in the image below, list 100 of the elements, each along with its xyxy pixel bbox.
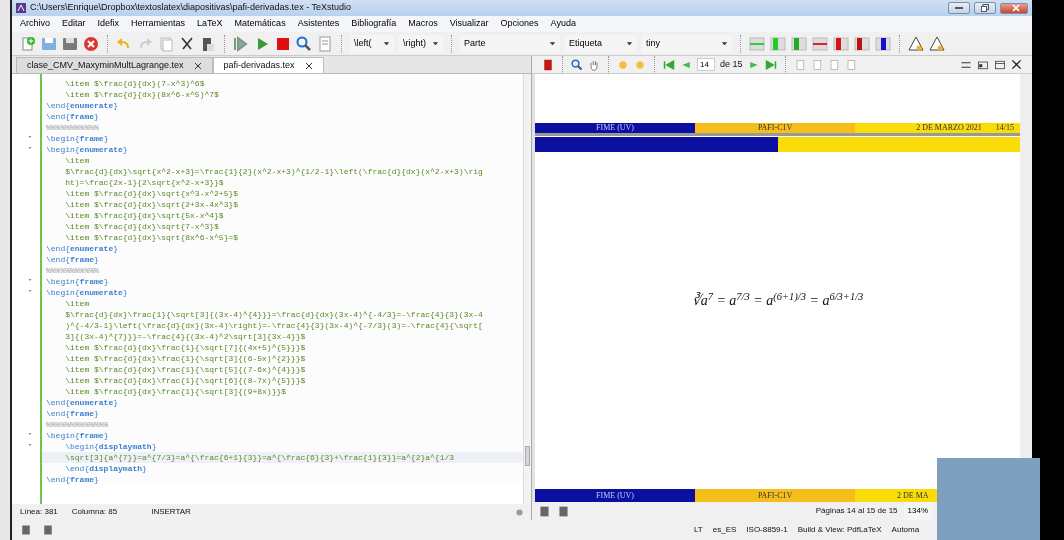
dropdown[interactable]: \right) [399,34,443,53]
code-text: %%%%%%%%%%% [45,122,99,133]
menu-item[interactable]: Archivo [20,17,50,31]
code-text: \end{frame} [45,408,99,419]
code-text: \end{enumerate} [45,100,119,111]
code-text: )^{-4/3-1}\left(\frac{d}{dx}(3x-4)\right)=-\frac{4}{3}(3x-4)^{-7/3}(3)=-\frac{4}{\sqrt[ [64,320,483,331]
status-item: Build & View: PdfLaTeX [797,524,882,536]
code-text: \item $\frac{d}{dx}\frac{1}{\sqrt[6]{(8-7x)^{5}}}$ [64,375,306,386]
close-icon[interactable] [1011,59,1022,70]
paste-icon[interactable] [200,35,216,52]
new-file-icon[interactable] [20,35,36,52]
caret-icon [626,40,633,47]
page-icon[interactable] [844,58,857,71]
dropdown[interactable]: Etiqueta [565,34,637,53]
code-text: $\frac{d}{dx}\frac{1}{\sqrt[3]{(3x-4)^{4}}}=\frac{d}{dx}(3x-4)^{-4/3}=-\frac{4}{3}(3x-4 [64,309,483,320]
menu-item[interactable]: Herramientas [131,17,186,31]
hand-icon[interactable] [588,58,600,71]
code-text: \begin{enumerate} [45,287,128,298]
pdf-file-icon[interactable] [542,58,554,71]
code-text: \item $\frac{d}{dx}\frac{1}{\sqrt[7]{(4x+5)^{5}}}$ [64,342,306,353]
page-icon[interactable] [793,58,806,71]
window-icon[interactable] [994,58,1006,71]
page-icon[interactable] [827,58,840,71]
code-text: \item $\frac{d}{dx}\sqrt{x^3-x^2+5}$ [64,188,239,199]
warning-icon[interactable] [929,35,945,52]
dropdown[interactable]: \left( [350,34,394,53]
scrollbar[interactable] [523,74,531,504]
restore-button[interactable] [974,2,996,14]
first-page-icon[interactable] [663,58,675,71]
dropdown[interactable]: Parte [460,34,560,53]
panel-icon[interactable] [977,58,989,71]
small-page-icon[interactable] [538,504,551,518]
small-page-icon[interactable] [557,504,570,518]
code-text: \item [64,155,90,166]
page-label: 14/15 [995,122,1014,134]
small-page-icon[interactable] [20,524,32,536]
search-icon[interactable] [296,35,312,52]
close-icon[interactable] [304,61,313,70]
author-label: FIME (UV) [596,122,634,134]
status-item: Automa [891,524,920,536]
menu-item[interactable]: LaTeX [197,17,223,31]
warning-icon[interactable] [908,35,924,52]
caret-icon [549,40,556,47]
table-icon[interactable] [854,35,870,52]
table-icon[interactable] [833,35,849,52]
pages-label: Páginas 14 al 15 de 15 [815,505,898,517]
minimize-button[interactable] [948,2,970,14]
code-text: \begin{enumerate} [45,144,128,155]
small-page-icon[interactable] [42,524,54,536]
author-label: FIME (UV) [596,489,634,502]
code-text: \item $\frac{d}{dx}\sqrt{5x-x^4}$ [64,210,224,221]
code-text: \end{displaymath} [64,463,147,474]
dot-icon[interactable] [516,508,523,516]
document-icon[interactable] [317,35,333,52]
code-text: \item [64,298,90,309]
stop-icon[interactable] [275,35,291,52]
last-page-icon[interactable] [764,58,777,71]
menu-item[interactable]: Ayuda [550,17,576,31]
copy-icon[interactable] [158,35,174,52]
menu-item[interactable]: Editar [62,17,86,31]
page-icon[interactable] [810,58,823,71]
menu-item[interactable]: Opciones [500,17,539,31]
search-icon[interactable] [571,58,583,71]
page-number-field[interactable]: 14 [697,58,715,71]
cut-icon[interactable] [179,35,195,52]
caret-icon [432,40,439,47]
code-text: %%%%%%%%%%% [45,265,99,276]
code-text: %%%%%%%%%%%%% [45,419,109,430]
code-text: \end{enumerate} [45,243,119,254]
insert-mode-label: INSERTAR [151,506,191,518]
save-icon[interactable] [62,35,78,52]
close-button[interactable] [1000,2,1028,14]
zoom-dropdown[interactable]: 134% [903,502,932,520]
page-total-label: de 15 [720,57,743,71]
app-icon [16,3,26,13]
code-text: \item $\frac{d}{dx}\sqrt{2+3x-4x^3}$ [64,199,239,210]
line-number-label: Línea: 381 [20,506,58,518]
code-text: ht)=\frac{2x-1}{2\sqrt{x^2-x+3}}$ [64,177,224,188]
date-label: 2 DE MA [897,489,929,502]
title-label: PAFI-C1V [757,122,793,134]
menu-item[interactable]: Macros [408,17,438,31]
menu-item[interactable]: Visualizar [449,17,489,31]
menu-item[interactable]: Idefix [97,17,120,31]
code-text: \end{enumerate} [45,397,119,408]
menu-item[interactable]: Asistentes [297,17,340,31]
close-icon[interactable] [193,61,202,70]
dropdown[interactable]: tiny [642,34,732,53]
code-text: \item $\frac{d}{dx}(8x^6-x^5)^7$ [64,89,219,100]
table-icon[interactable] [812,35,828,52]
file-tab[interactable]: clase_CMV_MaxyminMultLagrange.tex [16,57,213,73]
table-icon[interactable] [875,35,891,52]
status-item: es_ES [712,524,737,536]
file-tab[interactable]: pafi-derivadas.tex [212,57,324,73]
date-label: 2 DE MARZO 2021 [916,122,982,134]
status-item: ISO-8859-1 [746,524,788,536]
code-text: \item $\frac{d}{dx}\frac{1}{\sqrt[5]{(7-6x)^{4}}}$ [64,364,306,375]
code-text: \end{frame} [45,474,99,485]
menu-item[interactable]: Matemáticas [234,17,286,31]
menu-item[interactable]: Bibliografía [351,17,397,31]
build-icon[interactable] [233,35,249,52]
